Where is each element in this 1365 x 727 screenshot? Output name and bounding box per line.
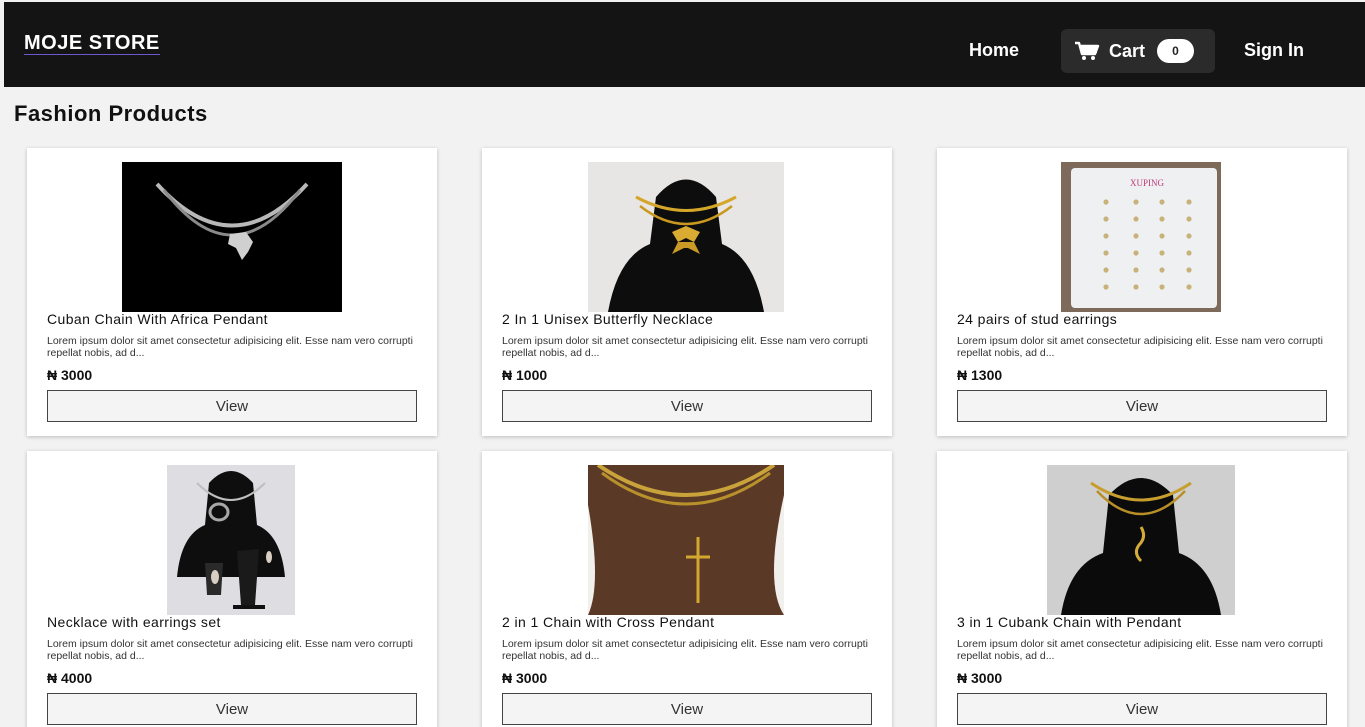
- product-card: Necklace with earrings set Lorem ipsum d…: [27, 451, 437, 727]
- product-name: Necklace with earrings set: [47, 614, 221, 630]
- product-name: 2 in 1 Chain with Cross Pendant: [502, 614, 715, 630]
- product-price: ₦ 1000: [502, 367, 548, 383]
- product-name: 3 in 1 Cubank Chain with Pendant: [957, 614, 1182, 630]
- product-name: 24 pairs of stud earrings: [957, 311, 1118, 327]
- page-title: Fashion Products: [14, 101, 208, 126]
- view-button[interactable]: View: [502, 390, 872, 422]
- product-image[interactable]: [167, 465, 295, 615]
- product-name: Cuban Chain With Africa Pendant: [47, 311, 268, 327]
- product-card: 2 In 1 Unisex Butterfly Necklace Lorem i…: [482, 148, 892, 436]
- product-image[interactable]: [588, 162, 784, 312]
- product-image[interactable]: [1047, 465, 1235, 615]
- product-price: ₦ 1300: [957, 367, 1003, 383]
- product-image[interactable]: XUPING: [1061, 162, 1221, 312]
- cart-button[interactable]: Cart 0: [1061, 29, 1215, 73]
- product-price: ₦ 3000: [502, 670, 548, 686]
- nav-home-link[interactable]: Home: [969, 40, 1019, 61]
- product-description: Lorem ipsum dolor sit amet consectetur a…: [957, 638, 1323, 662]
- product-card: XUPING 24 pairs of stud earrings Lorem i…: [937, 148, 1347, 436]
- product-card: 2 in 1 Chain with Cross Pendant Lorem ip…: [482, 451, 892, 727]
- product-image[interactable]: [588, 465, 784, 615]
- product-description: Lorem ipsum dolor sit amet consectetur a…: [502, 638, 868, 662]
- view-button[interactable]: View: [502, 693, 872, 725]
- product-price: ₦ 3000: [957, 670, 1003, 686]
- view-button[interactable]: View: [957, 693, 1327, 725]
- product-description: Lorem ipsum dolor sit amet consectetur a…: [957, 335, 1323, 359]
- brand-logo[interactable]: MOJE STORE: [24, 33, 160, 55]
- view-button[interactable]: View: [957, 390, 1327, 422]
- product-price: ₦ 3000: [47, 367, 93, 383]
- product-image-brand-text: XUPING: [1130, 178, 1165, 188]
- shopping-cart-icon: [1075, 41, 1100, 60]
- product-price: ₦ 4000: [47, 670, 93, 686]
- product-card: Cuban Chain With Africa Pendant Lorem ip…: [27, 148, 437, 436]
- sign-in-link[interactable]: Sign In: [1244, 40, 1304, 61]
- cart-label: Cart: [1109, 40, 1146, 61]
- product-name: 2 In 1 Unisex Butterfly Necklace: [502, 311, 714, 327]
- navbar: MOJE STORE Home Cart 0 Sign In: [4, 2, 1365, 87]
- view-button[interactable]: View: [47, 693, 417, 725]
- cart-count-badge: 0: [1157, 39, 1195, 63]
- product-description: Lorem ipsum dolor sit amet consectetur a…: [47, 335, 413, 359]
- product-description: Lorem ipsum dolor sit amet consectetur a…: [502, 335, 868, 359]
- product-image[interactable]: [122, 162, 342, 312]
- product-description: Lorem ipsum dolor sit amet consectetur a…: [47, 638, 413, 662]
- product-card: 3 in 1 Cubank Chain with Pendant Lorem i…: [937, 451, 1347, 727]
- view-button[interactable]: View: [47, 390, 417, 422]
